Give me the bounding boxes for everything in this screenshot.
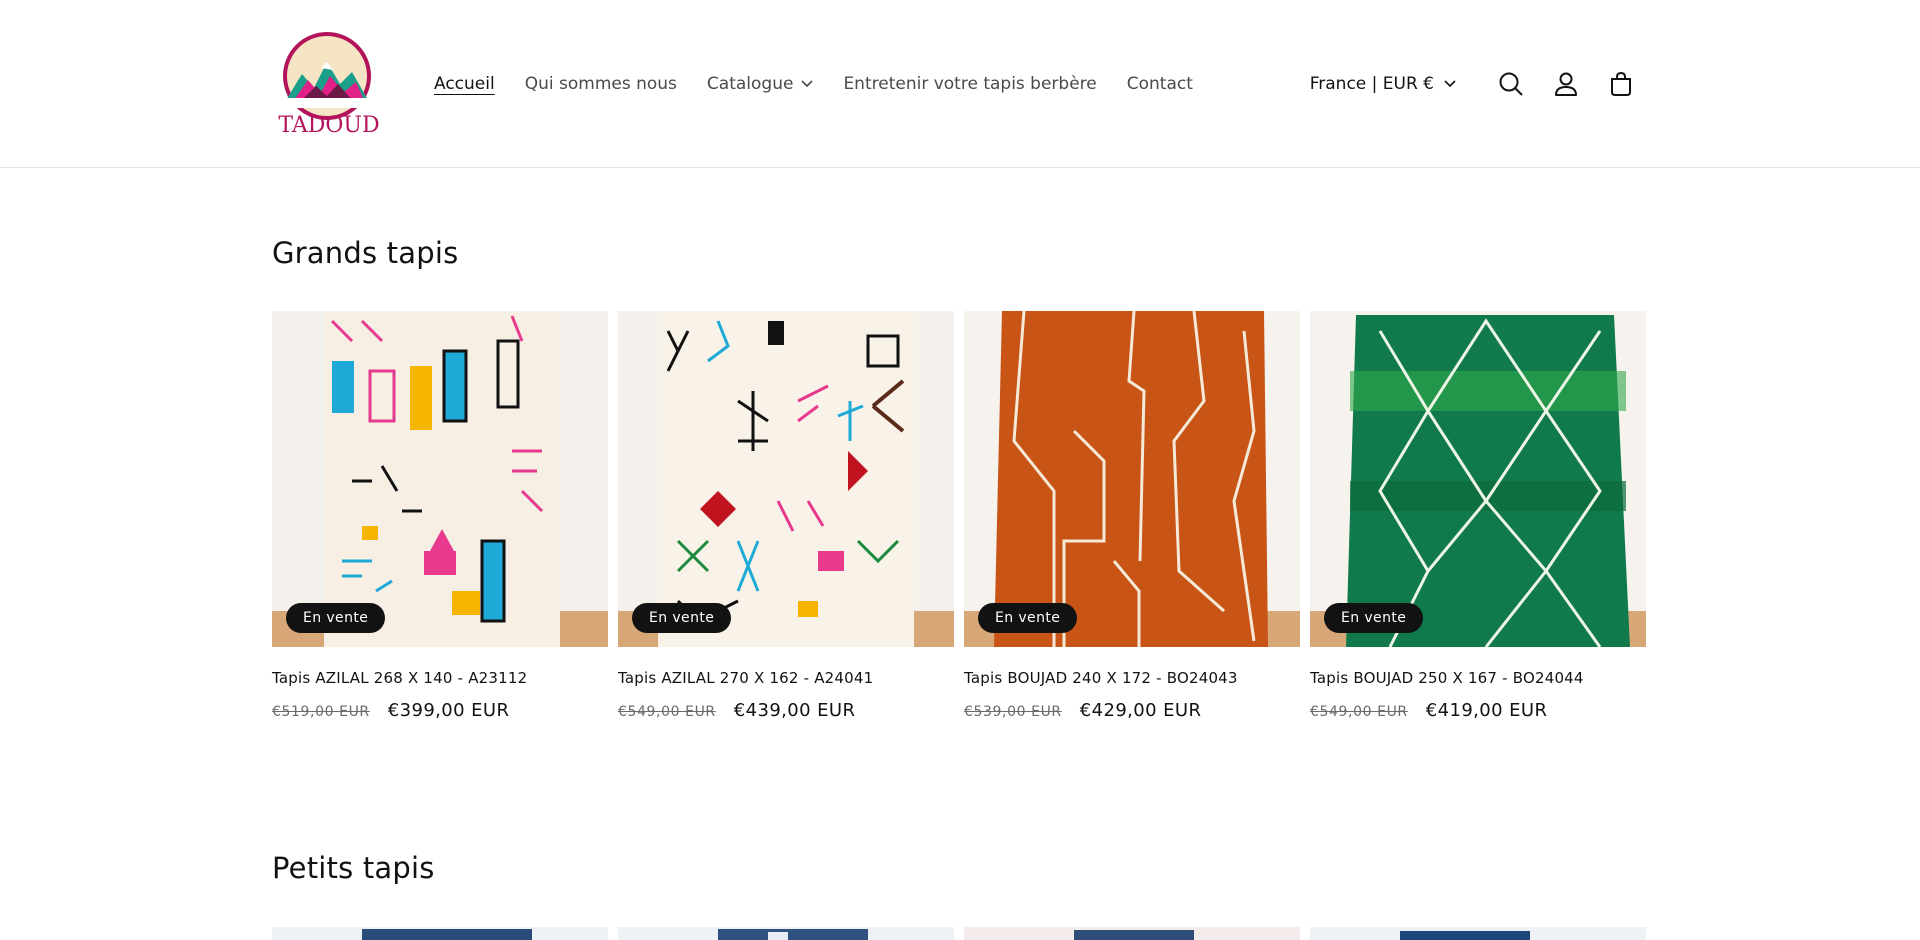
price-sale: €439,00 EUR [733, 700, 856, 721]
sale-badge: En vente [632, 603, 732, 633]
header-actions: France | EUR € [1310, 0, 1643, 168]
locale-selector[interactable]: France | EUR € [1310, 74, 1456, 94]
nav-entretenir[interactable]: Entretenir votre tapis berbère [843, 74, 1096, 94]
product-title[interactable]: Tapis AZILAL 270 X 162 - A24041 [618, 669, 954, 687]
price-sale: €399,00 EUR [387, 700, 510, 721]
nav-entretenir-label: Entretenir votre tapis berbère [843, 74, 1097, 94]
product-title[interactable]: Tapis BOUJAD 250 X 167 - BO24044 [1310, 669, 1646, 687]
nav-accueil-label: Accueil [434, 74, 495, 94]
nav-catalogue-label: Catalogue [706, 74, 794, 94]
product-price: €539,00 EUR €429,00 EUR [964, 700, 1300, 721]
price-regular: €549,00 EUR [1310, 704, 1408, 720]
locale-label: France | EUR € [1309, 74, 1434, 94]
product-image[interactable]: En vente [272, 311, 608, 647]
sale-badge: En vente [286, 603, 386, 633]
product-image[interactable]: En vente [618, 311, 954, 647]
section-title-grands-tapis: Grands tapis [272, 236, 459, 270]
price-regular: €549,00 EUR [618, 704, 716, 720]
nav-catalogue[interactable]: Catalogue [707, 74, 814, 94]
product-grid-petits-tapis [272, 926, 1646, 940]
nav-contact[interactable]: Contact [1127, 74, 1193, 94]
account-icon[interactable] [1544, 62, 1588, 106]
nav-qui-sommes-nous[interactable]: Qui sommes nous [525, 74, 677, 94]
product-card: En vente Tapis AZILAL 268 X 140 - A23112… [272, 311, 608, 721]
nav-contact-label: Contact [1126, 74, 1193, 94]
product-image[interactable]: En vente [1310, 311, 1646, 647]
price-regular: €519,00 EUR [272, 704, 370, 720]
product-price: €549,00 EUR €439,00 EUR [618, 700, 954, 721]
product-title[interactable]: Tapis AZILAL 268 X 140 - A23112 [272, 669, 608, 687]
section-title-petits-tapis: Petits tapis [272, 851, 435, 885]
product-image[interactable] [964, 926, 1300, 940]
product-grid-grands-tapis: En vente Tapis AZILAL 268 X 140 - A23112… [272, 311, 1646, 721]
sale-badge: En vente [1324, 603, 1424, 633]
nav-qui-sommes-nous-label: Qui sommes nous [524, 74, 677, 94]
product-price: €519,00 EUR €399,00 EUR [272, 700, 608, 721]
product-image[interactable]: En vente [964, 311, 1300, 647]
product-title[interactable]: Tapis BOUJAD 240 X 172 - BO24043 [964, 669, 1300, 687]
site-header: TADOUD Accueil Qui sommes nous Catalogue… [0, 0, 1920, 168]
product-image[interactable] [1310, 926, 1646, 940]
chevron-down-icon [1444, 80, 1456, 88]
price-sale: €429,00 EUR [1079, 700, 1202, 721]
product-price: €549,00 EUR €419,00 EUR [1310, 700, 1646, 721]
price-sale: €419,00 EUR [1425, 700, 1548, 721]
logo-wordmark: TADOUD [278, 113, 379, 136]
product-card: En vente Tapis BOUJAD 240 X 172 - BO2404… [964, 311, 1300, 721]
cart-icon[interactable] [1599, 62, 1643, 106]
nav-accueil[interactable]: Accueil [434, 74, 495, 94]
main-nav: Accueil Qui sommes nous Catalogue Entret… [434, 0, 1223, 168]
product-image[interactable] [272, 926, 608, 940]
price-regular: €539,00 EUR [964, 704, 1062, 720]
chevron-down-icon [801, 80, 814, 88]
tadoud-logo[interactable]: TADOUD [272, 32, 386, 136]
product-card: En vente Tapis BOUJAD 250 X 167 - BO2404… [1310, 311, 1646, 721]
sale-badge: En vente [978, 603, 1078, 633]
product-image[interactable] [618, 926, 954, 940]
search-icon[interactable] [1489, 62, 1533, 106]
product-card: En vente Tapis AZILAL 270 X 162 - A24041… [618, 311, 954, 721]
